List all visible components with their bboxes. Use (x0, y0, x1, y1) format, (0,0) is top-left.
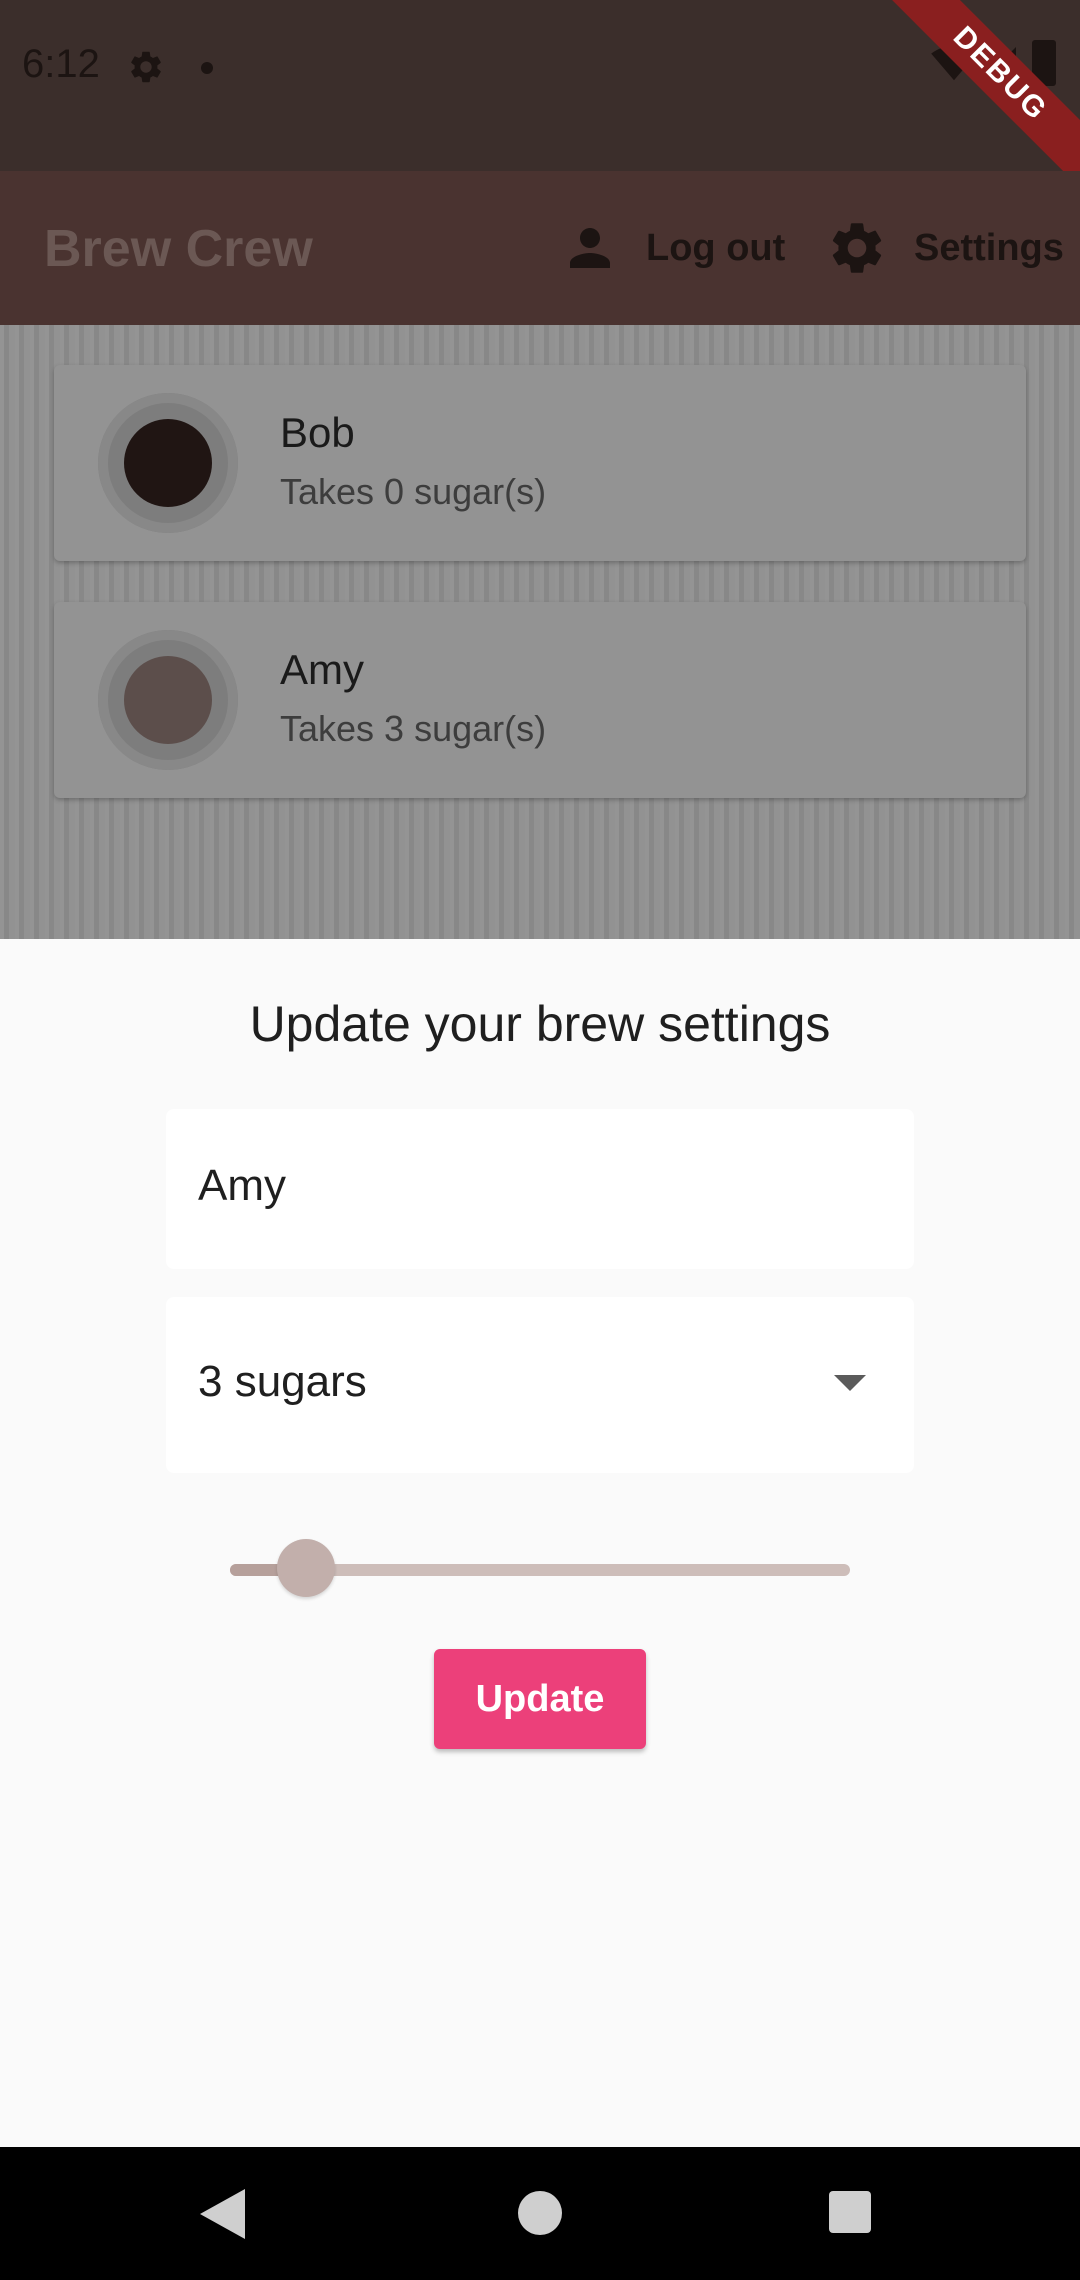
logout-label: Log out (646, 226, 786, 269)
sheet-title: Update your brew settings (249, 996, 831, 1052)
status-bar: 6:12 DEBUG (0, 0, 1080, 171)
sugars-dropdown[interactable]: 3 sugars (166, 1297, 914, 1473)
brew-name: Bob (280, 409, 355, 456)
update-button[interactable]: Update (434, 1649, 646, 1749)
status-time: 6:12 (22, 42, 100, 86)
app-title: Brew Crew (44, 220, 313, 278)
navigation-bar (0, 2147, 1080, 2280)
list-item: Bob Takes 0 sugar(s) (54, 365, 1026, 561)
logout-button[interactable]: Log out (560, 211, 785, 285)
coffee-strength-indicator (124, 656, 212, 744)
settings-bottom-sheet: Update your brew settings Amy 3 sugars U… (0, 939, 1080, 2147)
home-icon[interactable] (518, 2191, 562, 2235)
coffee-cup-icon (98, 393, 238, 533)
coffee-cup-icon (98, 630, 238, 770)
coffee-strength-indicator (124, 419, 212, 507)
name-field[interactable]: Amy (166, 1109, 914, 1269)
app-bar: Brew Crew Log out Settings (0, 171, 1080, 325)
gear-icon (131, 51, 161, 83)
list-item: Amy Takes 3 sugar(s) (54, 602, 1026, 798)
strength-slider-thumb[interactable] (277, 1539, 335, 1597)
notification-dot-icon (201, 62, 213, 74)
gear-icon (832, 223, 882, 273)
brew-list: Bob Takes 0 sugar(s) Amy Takes 3 sugar(s… (0, 325, 1080, 939)
settings-button[interactable]: Settings (826, 211, 1064, 285)
sugars-dropdown-value: 3 sugars (198, 1357, 367, 1406)
name-field-value: Amy (198, 1161, 286, 1210)
settings-label: Settings (914, 226, 1064, 269)
person-icon (570, 228, 610, 268)
brew-sugars: Takes 0 sugar(s) (280, 471, 547, 512)
brew-name: Amy (280, 646, 364, 693)
brew-sugars: Takes 3 sugar(s) (280, 708, 547, 749)
recents-icon[interactable] (829, 2191, 871, 2233)
back-icon[interactable] (200, 2189, 250, 2239)
dropdown-arrow-icon (834, 1375, 866, 1391)
